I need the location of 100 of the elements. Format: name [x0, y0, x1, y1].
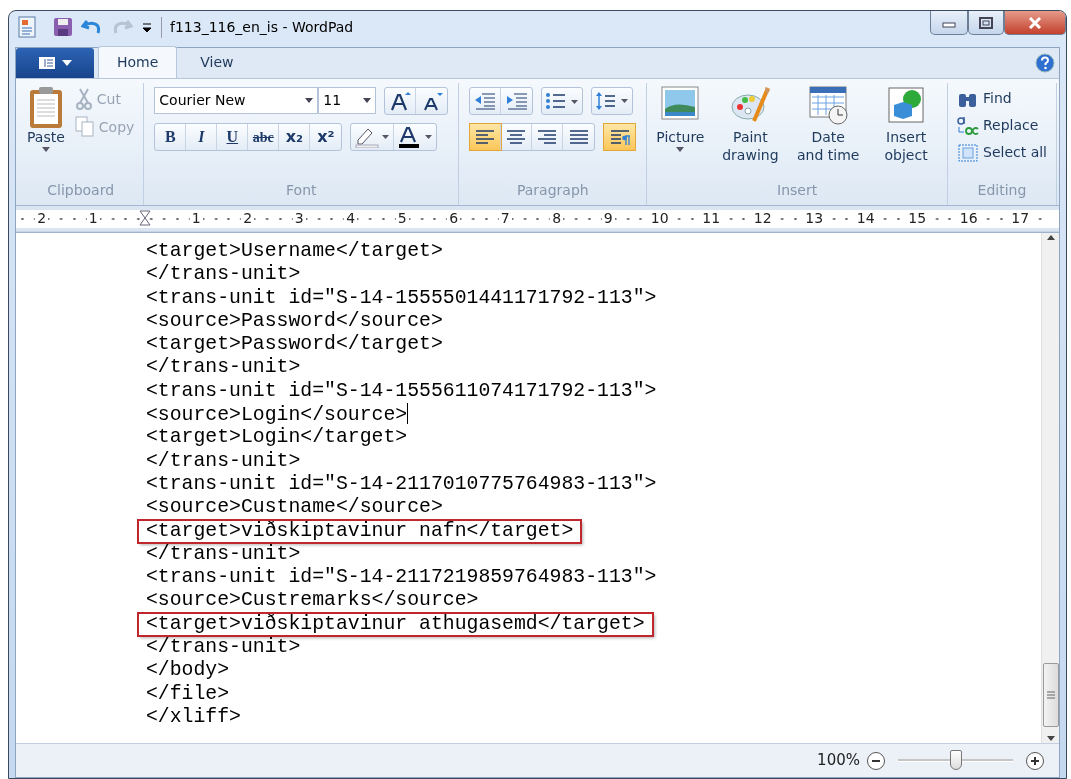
maximize-button[interactable] [968, 11, 1004, 35]
justify-icon [567, 128, 590, 146]
group-label: Editing [976, 181, 1028, 200]
calendar-clock-icon [808, 85, 849, 125]
font-name-field[interactable]: Courier New [154, 87, 319, 114]
paste-button[interactable]: Paste [24, 83, 68, 180]
clipboard-icon [27, 85, 64, 129]
ruler-number: 9 [601, 210, 615, 226]
ruler-number: 12 [751, 210, 774, 226]
replace-icon [957, 115, 979, 136]
line-spacing-icon [595, 91, 630, 111]
code-line: <target>viðskiptavinur nafn</target> [138, 519, 582, 543]
subscript-button[interactable]: x₂ [279, 124, 311, 150]
select-all-icon [957, 142, 979, 163]
code-line: <target>viðskiptavinur athugasemd</target> [138, 612, 653, 637]
code-line: <target>Username</target> [145, 240, 444, 264]
ruler-number: 15 [906, 210, 929, 226]
align-center-icon [505, 128, 528, 146]
caret-icon [305, 98, 314, 103]
select-all-button[interactable]: Select all [954, 141, 1050, 164]
code-line: <target>Login</target> [145, 426, 409, 450]
code-line: </trans-unit> [145, 542, 302, 567]
window-title: f113_116_en_is - WordPad [161, 16, 922, 38]
align-left-icon [474, 128, 497, 146]
app-menu-button[interactable] [16, 48, 94, 78]
zoom-slider-thumb[interactable] [949, 750, 962, 770]
restore-icon [979, 16, 993, 29]
caret-icon [363, 98, 372, 103]
document-icon[interactable] [17, 16, 37, 38]
code-line: <trans-unit id="S-14-1555501441171792-113"> [145, 286, 658, 310]
group-label: Paragraph [515, 181, 590, 200]
caret-icon [41, 146, 50, 152]
close-icon [1028, 16, 1042, 29]
bold-button[interactable]: B [155, 124, 187, 150]
ruler-number: 1 [189, 210, 203, 226]
ruler-number: 17 [1009, 210, 1032, 226]
insert-button[interactable]: Picture [653, 83, 708, 180]
indent-marker-icon[interactable] [138, 210, 151, 228]
code-line: <source>Custname</source> [145, 496, 444, 520]
caret-icon[interactable] [141, 20, 153, 34]
code-line: </file> [145, 682, 231, 706]
caret-icon [676, 146, 685, 152]
code-line: <source>Custremarks</source> [145, 589, 480, 613]
superscript-button[interactable]: x² [310, 124, 342, 150]
group-label: Font [285, 181, 318, 200]
group-label: Clipboard [46, 181, 116, 200]
caret-icon [62, 60, 72, 66]
underline-button[interactable]: U [217, 124, 249, 150]
close-button[interactable] [1004, 11, 1066, 35]
ruler-number: 5 [395, 210, 409, 226]
ruler-number: 2 [241, 210, 255, 226]
code-line: </trans-unit> [145, 636, 302, 660]
ruler-number: 13 [803, 210, 826, 226]
ribbon-tab[interactable]: Home [98, 46, 178, 78]
code-line: <target>Password</target> [145, 333, 444, 357]
help-icon[interactable] [1035, 53, 1055, 74]
scrollbar-thumb[interactable] [1042, 663, 1059, 727]
minimize-button[interactable] [930, 11, 968, 35]
highlighter-icon [354, 126, 391, 148]
ruler-number: 2 [35, 210, 49, 226]
replace-button[interactable]: Replace [954, 114, 1050, 137]
font-size-field[interactable]: 11 [318, 87, 377, 114]
ruler-number: 16 [957, 210, 980, 226]
code-line: <trans-unit id="S-14-1555611074171792-113"> [145, 379, 658, 404]
ruler-number: 3 [292, 210, 306, 226]
zoom-in-icon[interactable] [1025, 750, 1045, 771]
save-icon[interactable] [53, 17, 73, 37]
code-line: <source>Login</source> [145, 403, 410, 427]
palette-icon [730, 85, 771, 125]
insert-button[interactable]: Insert object [871, 83, 941, 180]
group-label: Insert [776, 181, 819, 200]
zoom-out-icon[interactable] [866, 750, 886, 771]
ruler-number: 14 [854, 210, 877, 226]
code-line: <trans-unit id="S-14-2117219859764983-113"> [145, 566, 658, 590]
align-right-icon [536, 128, 559, 146]
ribbon-tab[interactable]: View [181, 46, 253, 78]
copy-icon [74, 116, 95, 138]
ruler-number: 8 [550, 210, 564, 226]
code-line: <trans-unit id="S-14-2117010775764983-113"> [145, 472, 658, 497]
increase-indent-icon [505, 92, 528, 110]
bullet-list-icon [545, 92, 580, 110]
scissors-icon [74, 88, 93, 110]
grow-font-icon [389, 91, 412, 111]
ruler-number: 1 [86, 210, 100, 226]
paragraph-icon [608, 128, 631, 146]
align-left-button[interactable] [470, 124, 502, 150]
code-line: </body> [145, 659, 231, 683]
strikethrough-button[interactable]: abc [248, 124, 280, 150]
paragraph-button[interactable] [604, 124, 636, 150]
ruler-number: 6 [447, 210, 461, 226]
insert-button[interactable]: Date and time [793, 83, 864, 180]
ruler-number: 10 [648, 210, 671, 226]
find-button[interactable]: Find [954, 87, 1050, 110]
code-line: </xliff> [145, 705, 242, 730]
code-line: </trans-unit> [145, 263, 302, 287]
ruler-number: 4 [344, 210, 358, 226]
shapes-icon [886, 85, 927, 125]
code-line: </trans-unit> [145, 449, 302, 473]
insert-button[interactable]: Paint drawing [715, 83, 786, 180]
italic-button[interactable]: I [186, 124, 218, 150]
